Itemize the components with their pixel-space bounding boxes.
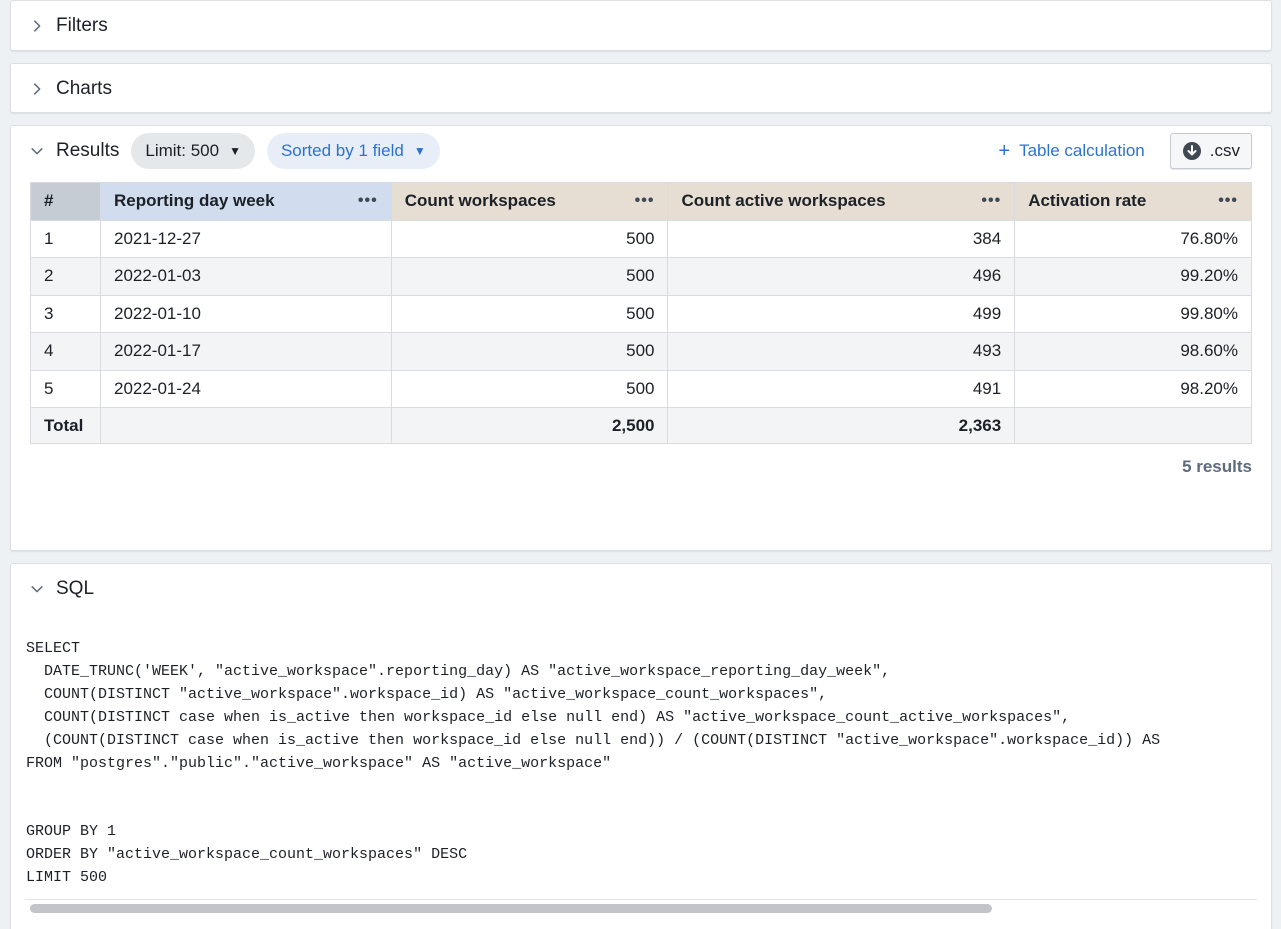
- table-calculation-label: Table calculation: [1019, 141, 1145, 160]
- table-header-row: # Reporting day week ••• Count workspaces…: [30, 182, 1252, 221]
- row-index: 5: [30, 369, 101, 408]
- row-index: 4: [30, 332, 101, 371]
- cell-count-active-workspaces[interactable]: 493: [667, 332, 1016, 371]
- column-header-reporting-day-week[interactable]: Reporting day week •••: [99, 182, 392, 221]
- total-empty-cell: [99, 407, 392, 444]
- cell-activation-rate[interactable]: 76.80%: [1014, 219, 1252, 258]
- cell-count-workspaces[interactable]: 500: [390, 332, 669, 371]
- filters-card: Filters: [10, 0, 1272, 51]
- cell-activation-rate[interactable]: 99.80%: [1014, 294, 1252, 333]
- filters-title: Filters: [56, 15, 108, 36]
- sql-title: SQL: [56, 578, 95, 599]
- row-index: 3: [30, 294, 101, 333]
- charts-title: Charts: [56, 78, 112, 99]
- plus-icon: +: [998, 140, 1011, 162]
- results-table: # Reporting day week ••• Count workspaces…: [30, 182, 1252, 444]
- cell-activation-rate[interactable]: 98.20%: [1014, 369, 1252, 408]
- column-header-count-active-workspaces[interactable]: Count active workspaces •••: [667, 182, 1016, 221]
- column-header-label: Activation rate: [1028, 191, 1147, 211]
- more-options-icon[interactable]: •••: [981, 192, 1001, 210]
- charts-card: Charts: [10, 63, 1272, 113]
- cell-week[interactable]: 2022-01-24: [99, 369, 392, 408]
- table-row[interactable]: 1 2021-12-27 500 384 76.80%: [30, 219, 1252, 258]
- cell-week[interactable]: 2022-01-03: [99, 257, 392, 296]
- filters-header[interactable]: Filters: [11, 1, 1271, 51]
- cell-count-workspaces[interactable]: 500: [390, 369, 669, 408]
- csv-label: .csv: [1209, 141, 1240, 160]
- horizontal-scrollbar-thumb[interactable]: [30, 904, 992, 913]
- column-header-label: Count workspaces: [404, 191, 556, 211]
- sql-card: SQL SELECT DATE_TRUNC('WEEK', "active_wo…: [10, 563, 1272, 929]
- download-icon: [1182, 142, 1201, 160]
- caret-down-icon: ▼: [229, 144, 241, 158]
- cell-activation-rate[interactable]: 99.20%: [1014, 257, 1252, 296]
- cell-count-active-workspaces[interactable]: 496: [667, 257, 1016, 296]
- sql-header[interactable]: SQL: [11, 564, 1271, 614]
- column-header-index: #: [30, 182, 101, 221]
- results-actions: + Table calculation .csv: [998, 133, 1252, 169]
- cell-count-workspaces[interactable]: 500: [390, 257, 669, 296]
- results-title: Results: [56, 140, 120, 161]
- total-count-active-workspaces: 2,363: [667, 407, 1016, 444]
- cell-count-active-workspaces[interactable]: 384: [667, 219, 1016, 258]
- cell-week[interactable]: 2021-12-27: [99, 219, 392, 258]
- more-options-icon[interactable]: •••: [1218, 192, 1238, 210]
- cell-activation-rate[interactable]: 98.60%: [1014, 332, 1252, 371]
- table-row[interactable]: 4 2022-01-17 500 493 98.60%: [30, 332, 1252, 371]
- column-header-label: Reporting day week: [113, 191, 275, 211]
- results-card: Results Limit: 500 ▼ Sorted by 1 field ▼…: [10, 125, 1272, 551]
- column-header-activation-rate[interactable]: Activation rate •••: [1014, 182, 1252, 221]
- total-row: Total 2,500 2,363: [30, 407, 1252, 444]
- row-index: 2: [30, 257, 101, 296]
- csv-export-button[interactable]: .csv: [1169, 133, 1252, 169]
- cell-count-active-workspaces[interactable]: 499: [667, 294, 1016, 333]
- results-count: 5 results: [1182, 457, 1252, 476]
- cell-count-active-workspaces[interactable]: 491: [667, 369, 1016, 408]
- limit-label: Limit: 500: [145, 141, 220, 160]
- cell-week[interactable]: 2022-01-17: [99, 332, 392, 371]
- charts-header[interactable]: Charts: [11, 64, 1271, 114]
- sort-label: Sorted by 1 field: [280, 141, 404, 160]
- cell-week[interactable]: 2022-01-10: [99, 294, 392, 333]
- table-row[interactable]: 3 2022-01-10 500 499 99.80%: [30, 294, 1252, 333]
- cell-count-workspaces[interactable]: 500: [390, 219, 669, 258]
- chevron-right-icon[interactable]: [29, 81, 45, 97]
- sort-dropdown[interactable]: Sorted by 1 field ▼: [266, 133, 440, 169]
- total-empty-cell: [1014, 407, 1252, 444]
- sql-code-block[interactable]: SELECT DATE_TRUNC('WEEK', "active_worksp…: [26, 638, 1256, 890]
- total-count-workspaces: 2,500: [390, 407, 669, 444]
- caret-down-icon: ▼: [413, 144, 426, 158]
- table-row[interactable]: 2 2022-01-03 500 496 99.20%: [30, 257, 1252, 296]
- chevron-down-icon[interactable]: [29, 143, 45, 159]
- more-options-icon[interactable]: •••: [635, 192, 655, 210]
- column-header-count-workspaces[interactable]: Count workspaces •••: [390, 182, 669, 221]
- table-row[interactable]: 5 2022-01-24 500 491 98.20%: [30, 369, 1252, 408]
- chevron-down-icon[interactable]: [29, 581, 45, 597]
- cell-count-workspaces[interactable]: 500: [390, 294, 669, 333]
- column-header-label: Count active workspaces: [681, 191, 886, 211]
- results-header: Results Limit: 500 ▼ Sorted by 1 field ▼…: [11, 126, 1271, 176]
- column-header-label: #: [44, 191, 54, 211]
- chevron-right-icon[interactable]: [29, 18, 45, 34]
- row-index: 1: [30, 219, 101, 258]
- table-calculation-button[interactable]: + Table calculation: [998, 141, 1144, 161]
- limit-dropdown[interactable]: Limit: 500 ▼: [131, 133, 255, 169]
- total-label: Total: [30, 407, 101, 444]
- more-options-icon[interactable]: •••: [358, 192, 378, 210]
